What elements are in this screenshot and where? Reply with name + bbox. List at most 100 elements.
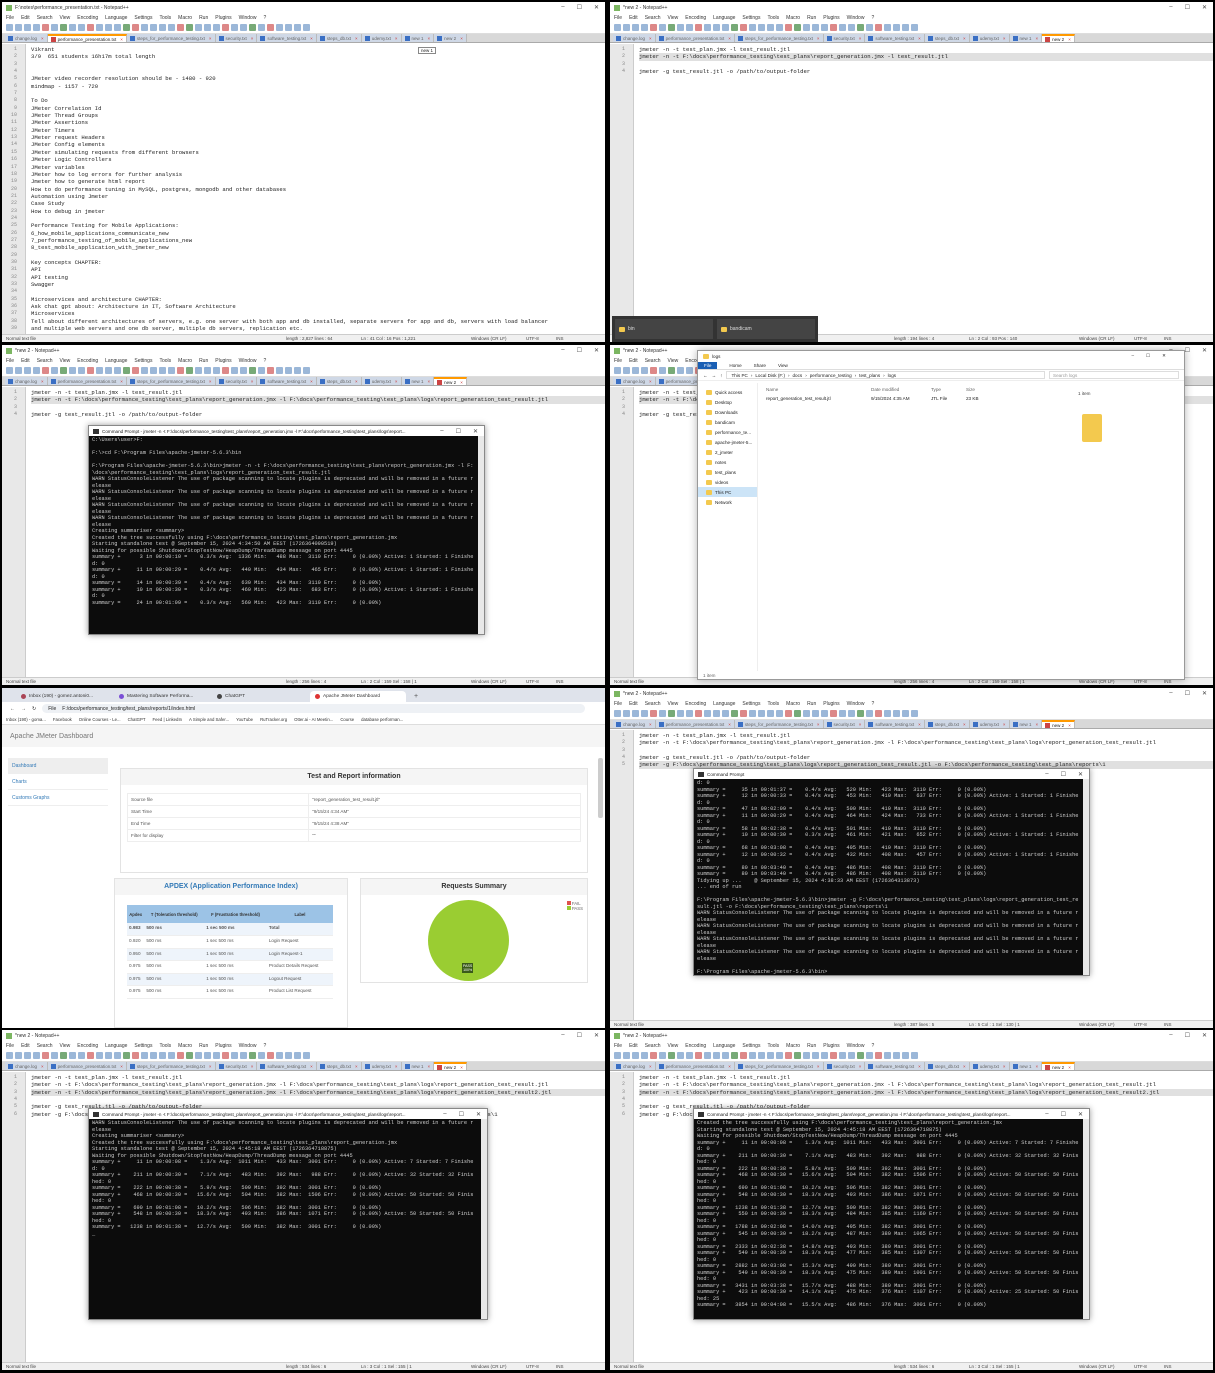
url-input[interactable]: File F:/docs/performance_testing/test_pla… bbox=[42, 704, 585, 713]
bookmark-item[interactable]: RuTracker.org bbox=[260, 717, 287, 722]
toolbar-icon[interactable] bbox=[758, 1052, 765, 1059]
menu-item[interactable]: Macro bbox=[178, 358, 192, 364]
toolbar-icon[interactable] bbox=[713, 710, 720, 717]
toolbar-icon[interactable] bbox=[168, 1052, 175, 1059]
menu-item[interactable]: Window bbox=[847, 701, 865, 707]
toolbar-icon[interactable] bbox=[830, 710, 837, 717]
file-tab[interactable]: steps_for_performance_testing.txt × bbox=[126, 34, 216, 42]
toolbar-icon[interactable] bbox=[839, 710, 846, 717]
file-tab[interactable]: steps_for_performance_testing.txt × bbox=[126, 1062, 216, 1070]
toolbar-icon[interactable] bbox=[186, 24, 193, 31]
up-icon[interactable]: ↑ bbox=[720, 373, 722, 378]
close-tab-icon[interactable]: × bbox=[1068, 723, 1071, 728]
maximize-button[interactable]: ☐ bbox=[1185, 1032, 1190, 1039]
maximize-button[interactable]: ☐ bbox=[1185, 690, 1190, 697]
toolbar-icon[interactable] bbox=[893, 1052, 900, 1059]
toolbar-icon[interactable] bbox=[42, 367, 49, 374]
maximize-button[interactable]: ☐ bbox=[1185, 4, 1190, 11]
toolbar-icon[interactable] bbox=[96, 24, 103, 31]
close-button[interactable]: ✕ bbox=[476, 1111, 481, 1118]
toolbar-icon[interactable] bbox=[740, 710, 747, 717]
console-output[interactable]: d: 0 summary = 35 in 00:01:37 = 0.4/s Avg… bbox=[694, 779, 1089, 975]
toolbar-icon[interactable] bbox=[276, 24, 283, 31]
close-tab-icon[interactable]: × bbox=[918, 722, 921, 727]
toolbar-icon[interactable] bbox=[105, 367, 112, 374]
toolbar-icon[interactable] bbox=[213, 24, 220, 31]
toolbar-icon[interactable] bbox=[87, 367, 94, 374]
close-tab-icon[interactable]: × bbox=[355, 36, 358, 41]
menu-item[interactable]: View bbox=[668, 1043, 679, 1049]
menu-item[interactable]: Macro bbox=[178, 15, 192, 21]
bookmark-item[interactable]: Online Courses - Le... bbox=[79, 717, 121, 722]
close-tab-icon[interactable]: × bbox=[817, 36, 820, 41]
menu-item[interactable]: Tools bbox=[159, 358, 171, 364]
toolbar-icon[interactable] bbox=[668, 1052, 675, 1059]
console-output[interactable]: WARN StatusConsoleListener The use of pa… bbox=[89, 1119, 487, 1319]
close-tab-icon[interactable]: × bbox=[728, 36, 731, 41]
toolbar-icon[interactable] bbox=[749, 24, 756, 31]
menu-item[interactable]: Macro bbox=[786, 701, 800, 707]
toolbar-icon[interactable] bbox=[641, 710, 648, 717]
file-tab[interactable]: steps_db.txt× bbox=[924, 720, 970, 728]
file-tab[interactable]: software_testing.txt× bbox=[865, 1062, 925, 1070]
close-tab-icon[interactable]: × bbox=[251, 1064, 254, 1069]
close-tab-icon[interactable]: × bbox=[918, 36, 921, 41]
toolbar-icon[interactable] bbox=[722, 710, 729, 717]
menu-item[interactable]: Macro bbox=[786, 15, 800, 21]
toolbar-icon[interactable] bbox=[87, 24, 94, 31]
toolbar-icon[interactable] bbox=[839, 24, 846, 31]
toolbar-icon[interactable] bbox=[668, 367, 675, 374]
toolbar-icon[interactable] bbox=[812, 710, 819, 717]
minimize-button[interactable]: – bbox=[561, 1032, 564, 1039]
toolbar-icon[interactable] bbox=[123, 367, 130, 374]
text-editor[interactable]: 1234 jmeter -n -t test_plan.jmx -l test_r… bbox=[610, 44, 1213, 334]
toolbar-icon[interactable] bbox=[42, 24, 49, 31]
close-tab-icon[interactable]: × bbox=[41, 1064, 44, 1069]
bookmark-item[interactable]: Course bbox=[340, 717, 354, 722]
toolbar-icon[interactable] bbox=[902, 710, 909, 717]
toolbar-icon[interactable] bbox=[87, 1052, 94, 1059]
file-tab[interactable]: new 2× bbox=[1042, 720, 1075, 728]
close-tab-icon[interactable]: × bbox=[460, 1065, 463, 1070]
toolbar-icon[interactable] bbox=[24, 24, 31, 31]
column-header[interactable]: Name bbox=[766, 387, 871, 392]
toolbar-icon[interactable] bbox=[78, 24, 85, 31]
column-header[interactable]: Size bbox=[966, 387, 1001, 392]
column-header[interactable]: T (Toleration threshold) bbox=[144, 905, 205, 923]
toolbar-icon[interactable] bbox=[632, 367, 639, 374]
toolbar-icon[interactable] bbox=[222, 24, 229, 31]
menu-item[interactable]: Macro bbox=[786, 1043, 800, 1049]
toolbar-icon[interactable] bbox=[659, 367, 666, 374]
close-tab-icon[interactable]: × bbox=[310, 1064, 313, 1069]
toolbar-icon[interactable] bbox=[204, 1052, 211, 1059]
column-header[interactable]: Apdex bbox=[127, 905, 145, 923]
menu-item[interactable]: Run bbox=[807, 1043, 816, 1049]
toolbar-icon[interactable] bbox=[213, 1052, 220, 1059]
toolbar-icon[interactable] bbox=[821, 1052, 828, 1059]
close-tab-icon[interactable]: × bbox=[963, 722, 966, 727]
close-tab-icon[interactable]: × bbox=[120, 37, 123, 42]
file-tab[interactable]: udemy.txt × bbox=[969, 720, 1010, 728]
toolbar-icon[interactable] bbox=[803, 24, 810, 31]
toolbar-icon[interactable] bbox=[866, 710, 873, 717]
menu-item[interactable]: File bbox=[614, 701, 622, 707]
menu-item[interactable]: File bbox=[614, 358, 622, 364]
nav-item[interactable]: Desktop bbox=[698, 397, 757, 407]
toolbar-icon[interactable] bbox=[294, 367, 301, 374]
toolbar-icon[interactable] bbox=[848, 1052, 855, 1059]
close-tab-icon[interactable]: × bbox=[41, 379, 44, 384]
nav-item[interactable]: bandicam bbox=[698, 417, 757, 427]
breadcrumb-item[interactable]: docs bbox=[793, 373, 803, 378]
menu-item[interactable]: Edit bbox=[629, 701, 638, 707]
toolbar-icon[interactable] bbox=[168, 24, 175, 31]
file-tab[interactable]: udemy.txt × bbox=[361, 34, 402, 42]
browser-tab[interactable]: ChatGPT bbox=[212, 691, 308, 702]
toolbar-icon[interactable] bbox=[686, 710, 693, 717]
close-tab-icon[interactable]: × bbox=[120, 379, 123, 384]
breadcrumb-item[interactable]: logs bbox=[888, 373, 896, 378]
toolbar-icon[interactable] bbox=[632, 1052, 639, 1059]
toolbar-icon[interactable] bbox=[123, 24, 130, 31]
file-tab[interactable]: udemy.txt × bbox=[361, 377, 402, 385]
close-tab-icon[interactable]: × bbox=[1036, 1064, 1039, 1069]
toolbar-icon[interactable] bbox=[186, 1052, 193, 1059]
